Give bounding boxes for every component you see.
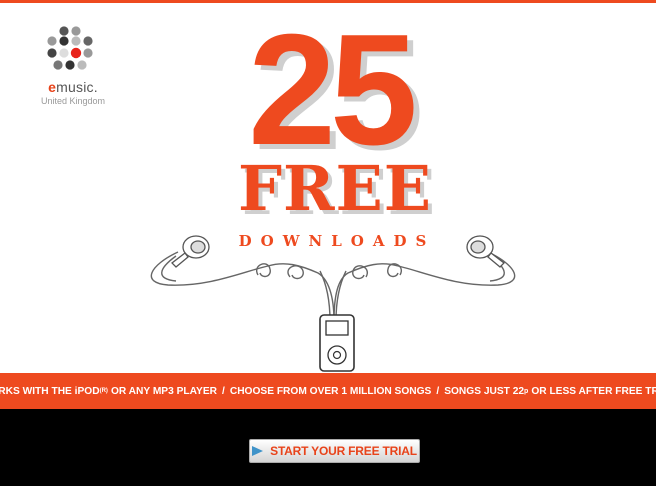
cta-area: START YOUR FREE TRIAL [0, 409, 656, 486]
promo-ipod: WORKS WITH THE iPOD [0, 385, 100, 397]
headline-subword: DOWNLOADS [239, 232, 436, 250]
promo-separator: / [436, 385, 440, 397]
play-arrow-icon [252, 446, 264, 456]
mp3-player-icon [319, 314, 355, 372]
hero-banner[interactable]: 25 25 FREE FREE DOWNLOADS emusic. United… [0, 3, 656, 373]
promo-bar: WORKS WITH THE iPOD(R) OR ANY MP3 PLAYER… [0, 373, 656, 409]
promo-separator: / [222, 385, 225, 397]
promo-price-unit: p [524, 387, 529, 395]
brand-name-rest: music. [56, 79, 98, 95]
cta-label: START YOUR FREE TRIAL [270, 444, 417, 458]
brand-region: United Kingdom [40, 96, 106, 106]
start-free-trial-button[interactable]: START YOUR FREE TRIAL [249, 439, 420, 463]
promo-million: CHOOSE FROM OVER 1 MILLION SONGS [229, 385, 432, 397]
emusic-logo[interactable]: emusic. United Kingdom [28, 25, 118, 106]
headline-word: FREE [238, 152, 432, 225]
right-earbud-icon [466, 235, 505, 268]
earbud-cords [150, 251, 516, 322]
promo-price: SONGS JUST 22 [444, 385, 525, 397]
promo-mp3: OR ANY MP3 PLAYER [110, 385, 217, 397]
emusic-dots-logo-icon [47, 26, 93, 76]
promo-trial: OR LESS AFTER FREE TRIAL [531, 385, 656, 397]
brand-name: emusic. [48, 79, 98, 95]
registered-mark: (R) [99, 388, 108, 394]
